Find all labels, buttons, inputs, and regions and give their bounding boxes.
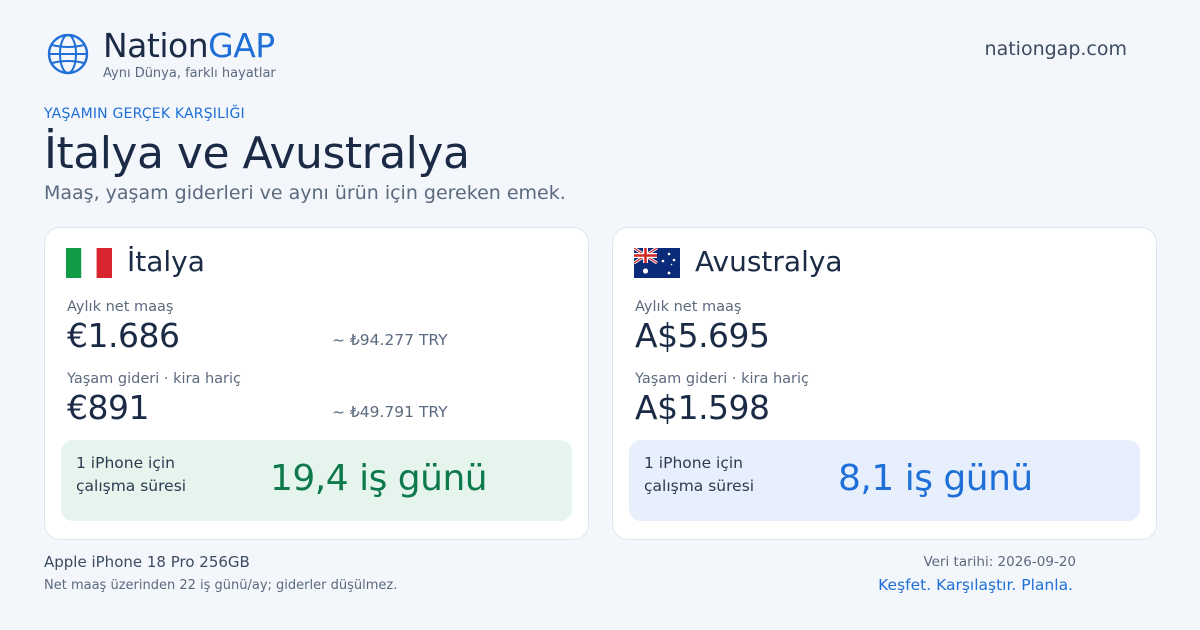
tagline: Aynı Dünya, farklı hayatlar <box>103 66 276 81</box>
italy-flag-icon <box>66 248 112 278</box>
brand-logo-text[interactable]: NationGAP <box>103 28 275 64</box>
cost-label: Yaşam gideri · kira hariç <box>67 371 242 387</box>
country-card-italy: İtalya Aylık net maaş €1.686 ~ ₺94.277 T… <box>44 227 589 540</box>
country-name: İtalya <box>127 245 205 278</box>
work-time-value: 8,1 iş günü <box>838 458 1033 499</box>
salary-label: Aylık net maaş <box>635 299 742 315</box>
work-time-label: 1 iPhone için çalışma süresi <box>644 454 755 495</box>
methodology-note: Net maaş üzerinden 22 iş günü/ay; giderl… <box>44 578 398 593</box>
country-name: Avustralya <box>695 245 843 278</box>
work-time-label: 1 iPhone için çalışma süresi <box>76 454 187 495</box>
data-date: Veri tarihi: 2026-09-20 <box>923 554 1076 570</box>
salary-try-value: ~ ₺94.277 TRY <box>332 331 448 349</box>
cta-link[interactable]: Keşfet. Karşılaştır. Planla. <box>878 576 1073 594</box>
eyebrow-label: YAŞAMIN GERÇEK KARŞILIĞI <box>44 106 245 122</box>
cost-value: €891 <box>67 388 149 427</box>
product-name: Apple iPhone 18 Pro 256GB <box>44 553 250 571</box>
salary-value: €1.686 <box>67 316 180 355</box>
page-title: İtalya ve Avustralya <box>44 128 470 179</box>
salary-value: A$5.695 <box>635 316 770 355</box>
salary-label: Aylık net maaş <box>67 299 174 315</box>
cost-try-value: ~ ₺49.791 TRY <box>332 403 448 421</box>
australia-flag-icon <box>634 248 680 278</box>
page-subtitle: Maaş, yaşam giderleri ve aynı ürün için … <box>44 182 566 204</box>
brand-main: Nation <box>103 26 209 65</box>
work-time-value: 19,4 iş günü <box>270 458 488 499</box>
header: NationGAP Aynı Dünya, farklı hayatlar na… <box>44 28 1156 88</box>
cost-value: A$1.598 <box>635 388 770 427</box>
globe-icon[interactable] <box>46 32 90 76</box>
site-url-link[interactable]: nationgap.com <box>985 38 1127 60</box>
brand-accent: GAP <box>208 26 275 65</box>
work-time-panel: 1 iPhone için çalışma süresi 8,1 iş günü <box>629 440 1140 521</box>
work-time-panel: 1 iPhone için çalışma süresi 19,4 iş gün… <box>61 440 572 521</box>
cost-label: Yaşam gideri · kira hariç <box>635 371 810 387</box>
country-card-australia: Avustralya Aylık net maaş A$5.695 Yaşam … <box>612 227 1157 540</box>
